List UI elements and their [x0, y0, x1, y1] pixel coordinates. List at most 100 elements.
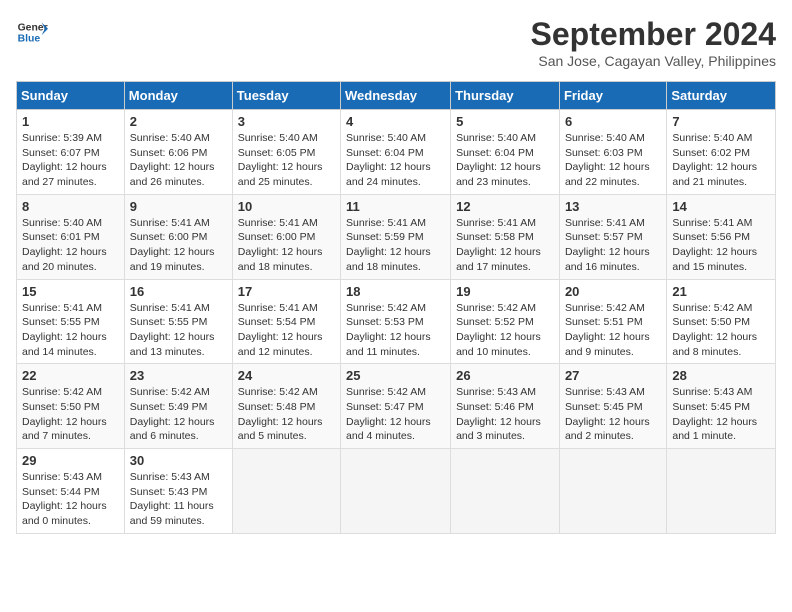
day-number: 25 — [346, 368, 445, 383]
calendar-cell — [667, 449, 776, 534]
day-number: 4 — [346, 114, 445, 129]
calendar-cell — [451, 449, 560, 534]
day-number: 14 — [672, 199, 770, 214]
location-subtitle: San Jose, Cagayan Valley, Philippines — [531, 53, 776, 69]
day-number: 6 — [565, 114, 661, 129]
weekday-header-saturday: Saturday — [667, 82, 776, 110]
day-number: 8 — [22, 199, 119, 214]
day-info: Sunrise: 5:43 AMSunset: 5:45 PMDaylight:… — [565, 386, 650, 442]
day-info: Sunrise: 5:42 AMSunset: 5:53 PMDaylight:… — [346, 302, 431, 358]
day-number: 12 — [456, 199, 554, 214]
day-info: Sunrise: 5:41 AMSunset: 5:59 PMDaylight:… — [346, 217, 431, 273]
day-number: 17 — [238, 284, 335, 299]
day-info: Sunrise: 5:40 AMSunset: 6:04 PMDaylight:… — [456, 132, 541, 188]
day-number: 9 — [130, 199, 227, 214]
day-number: 24 — [238, 368, 335, 383]
day-info: Sunrise: 5:40 AMSunset: 6:04 PMDaylight:… — [346, 132, 431, 188]
day-number: 2 — [130, 114, 227, 129]
calendar-cell: 25 Sunrise: 5:42 AMSunset: 5:47 PMDaylig… — [341, 364, 451, 449]
day-info: Sunrise: 5:41 AMSunset: 6:00 PMDaylight:… — [238, 217, 323, 273]
day-info: Sunrise: 5:42 AMSunset: 5:52 PMDaylight:… — [456, 302, 541, 358]
calendar-cell: 2 Sunrise: 5:40 AMSunset: 6:06 PMDayligh… — [124, 110, 232, 195]
calendar-cell: 5 Sunrise: 5:40 AMSunset: 6:04 PMDayligh… — [451, 110, 560, 195]
day-number: 10 — [238, 199, 335, 214]
calendar-cell: 14 Sunrise: 5:41 AMSunset: 5:56 PMDaylig… — [667, 194, 776, 279]
day-info: Sunrise: 5:41 AMSunset: 6:00 PMDaylight:… — [130, 217, 215, 273]
calendar-cell — [232, 449, 340, 534]
weekday-header-wednesday: Wednesday — [341, 82, 451, 110]
day-info: Sunrise: 5:41 AMSunset: 5:56 PMDaylight:… — [672, 217, 757, 273]
day-info: Sunrise: 5:40 AMSunset: 6:05 PMDaylight:… — [238, 132, 323, 188]
calendar-cell: 24 Sunrise: 5:42 AMSunset: 5:48 PMDaylig… — [232, 364, 340, 449]
title-block: September 2024 San Jose, Cagayan Valley,… — [531, 16, 776, 69]
day-number: 11 — [346, 199, 445, 214]
calendar-cell: 19 Sunrise: 5:42 AMSunset: 5:52 PMDaylig… — [451, 279, 560, 364]
day-number: 21 — [672, 284, 770, 299]
day-number: 30 — [130, 453, 227, 468]
day-number: 22 — [22, 368, 119, 383]
calendar-cell: 27 Sunrise: 5:43 AMSunset: 5:45 PMDaylig… — [559, 364, 666, 449]
day-number: 15 — [22, 284, 119, 299]
weekday-header-thursday: Thursday — [451, 82, 560, 110]
day-info: Sunrise: 5:40 AMSunset: 6:06 PMDaylight:… — [130, 132, 215, 188]
month-title: September 2024 — [531, 16, 776, 53]
calendar-cell: 26 Sunrise: 5:43 AMSunset: 5:46 PMDaylig… — [451, 364, 560, 449]
day-info: Sunrise: 5:41 AMSunset: 5:54 PMDaylight:… — [238, 302, 323, 358]
day-number: 23 — [130, 368, 227, 383]
weekday-header-tuesday: Tuesday — [232, 82, 340, 110]
calendar-week-1: 1 Sunrise: 5:39 AMSunset: 6:07 PMDayligh… — [17, 110, 776, 195]
day-info: Sunrise: 5:42 AMSunset: 5:51 PMDaylight:… — [565, 302, 650, 358]
day-info: Sunrise: 5:41 AMSunset: 5:55 PMDaylight:… — [130, 302, 215, 358]
page-header: General Blue September 2024 San Jose, Ca… — [16, 16, 776, 69]
calendar-cell: 8 Sunrise: 5:40 AMSunset: 6:01 PMDayligh… — [17, 194, 125, 279]
day-info: Sunrise: 5:41 AMSunset: 5:55 PMDaylight:… — [22, 302, 107, 358]
calendar-cell: 28 Sunrise: 5:43 AMSunset: 5:45 PMDaylig… — [667, 364, 776, 449]
day-number: 1 — [22, 114, 119, 129]
calendar-cell: 13 Sunrise: 5:41 AMSunset: 5:57 PMDaylig… — [559, 194, 666, 279]
day-number: 7 — [672, 114, 770, 129]
day-number: 18 — [346, 284, 445, 299]
calendar-header-row: SundayMondayTuesdayWednesdayThursdayFrid… — [17, 82, 776, 110]
weekday-header-monday: Monday — [124, 82, 232, 110]
calendar-cell: 3 Sunrise: 5:40 AMSunset: 6:05 PMDayligh… — [232, 110, 340, 195]
weekday-header-sunday: Sunday — [17, 82, 125, 110]
day-number: 13 — [565, 199, 661, 214]
calendar-cell: 15 Sunrise: 5:41 AMSunset: 5:55 PMDaylig… — [17, 279, 125, 364]
calendar-cell: 10 Sunrise: 5:41 AMSunset: 6:00 PMDaylig… — [232, 194, 340, 279]
day-info: Sunrise: 5:42 AMSunset: 5:47 PMDaylight:… — [346, 386, 431, 442]
calendar-table: SundayMondayTuesdayWednesdayThursdayFrid… — [16, 81, 776, 534]
day-info: Sunrise: 5:41 AMSunset: 5:58 PMDaylight:… — [456, 217, 541, 273]
day-info: Sunrise: 5:40 AMSunset: 6:02 PMDaylight:… — [672, 132, 757, 188]
calendar-cell: 12 Sunrise: 5:41 AMSunset: 5:58 PMDaylig… — [451, 194, 560, 279]
calendar-cell: 11 Sunrise: 5:41 AMSunset: 5:59 PMDaylig… — [341, 194, 451, 279]
day-info: Sunrise: 5:42 AMSunset: 5:48 PMDaylight:… — [238, 386, 323, 442]
day-info: Sunrise: 5:43 AMSunset: 5:43 PMDaylight:… — [130, 471, 214, 527]
logo-icon: General Blue — [16, 16, 48, 48]
day-info: Sunrise: 5:42 AMSunset: 5:49 PMDaylight:… — [130, 386, 215, 442]
day-info: Sunrise: 5:43 AMSunset: 5:46 PMDaylight:… — [456, 386, 541, 442]
calendar-cell — [341, 449, 451, 534]
calendar-cell: 18 Sunrise: 5:42 AMSunset: 5:53 PMDaylig… — [341, 279, 451, 364]
day-info: Sunrise: 5:42 AMSunset: 5:50 PMDaylight:… — [672, 302, 757, 358]
calendar-cell: 4 Sunrise: 5:40 AMSunset: 6:04 PMDayligh… — [341, 110, 451, 195]
calendar-cell: 1 Sunrise: 5:39 AMSunset: 6:07 PMDayligh… — [17, 110, 125, 195]
calendar-cell — [559, 449, 666, 534]
day-number: 29 — [22, 453, 119, 468]
calendar-cell: 21 Sunrise: 5:42 AMSunset: 5:50 PMDaylig… — [667, 279, 776, 364]
calendar-cell: 23 Sunrise: 5:42 AMSunset: 5:49 PMDaylig… — [124, 364, 232, 449]
svg-text:Blue: Blue — [18, 34, 41, 45]
calendar-cell: 29 Sunrise: 5:43 AMSunset: 5:44 PMDaylig… — [17, 449, 125, 534]
calendar-week-4: 22 Sunrise: 5:42 AMSunset: 5:50 PMDaylig… — [17, 364, 776, 449]
day-info: Sunrise: 5:41 AMSunset: 5:57 PMDaylight:… — [565, 217, 650, 273]
calendar-cell: 20 Sunrise: 5:42 AMSunset: 5:51 PMDaylig… — [559, 279, 666, 364]
day-info: Sunrise: 5:40 AMSunset: 6:03 PMDaylight:… — [565, 132, 650, 188]
calendar-cell: 7 Sunrise: 5:40 AMSunset: 6:02 PMDayligh… — [667, 110, 776, 195]
logo: General Blue — [16, 16, 48, 48]
day-info: Sunrise: 5:43 AMSunset: 5:45 PMDaylight:… — [672, 386, 757, 442]
day-number: 28 — [672, 368, 770, 383]
calendar-week-2: 8 Sunrise: 5:40 AMSunset: 6:01 PMDayligh… — [17, 194, 776, 279]
calendar-cell: 9 Sunrise: 5:41 AMSunset: 6:00 PMDayligh… — [124, 194, 232, 279]
day-info: Sunrise: 5:43 AMSunset: 5:44 PMDaylight:… — [22, 471, 107, 527]
calendar-cell: 6 Sunrise: 5:40 AMSunset: 6:03 PMDayligh… — [559, 110, 666, 195]
calendar-cell: 17 Sunrise: 5:41 AMSunset: 5:54 PMDaylig… — [232, 279, 340, 364]
